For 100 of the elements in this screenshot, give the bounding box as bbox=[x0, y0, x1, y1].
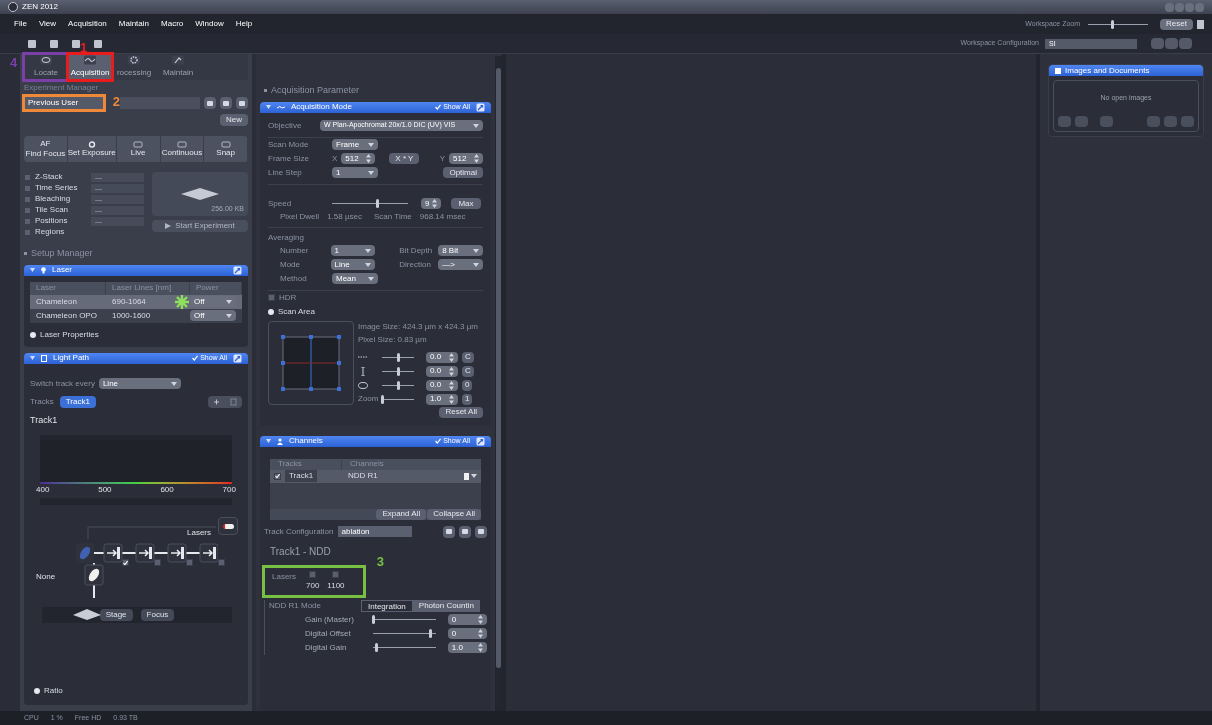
track-configuration-field[interactable]: ablation bbox=[337, 526, 412, 537]
mode-toggle[interactable]: Photon Countin bbox=[412, 600, 480, 612]
pin-icon[interactable] bbox=[476, 436, 485, 446]
checkbox[interactable] bbox=[332, 570, 340, 578]
button[interactable]: 0 bbox=[462, 379, 473, 391]
action-button[interactable]: Continuous bbox=[160, 136, 205, 162]
button[interactable]: Optimal bbox=[443, 167, 483, 178]
dropdown[interactable]: Mean bbox=[332, 273, 378, 284]
dropdown[interactable]: Off bbox=[190, 296, 236, 307]
button[interactable]: Max bbox=[451, 198, 481, 209]
menu-item[interactable]: Acquisition bbox=[62, 18, 113, 30]
pin-icon[interactable] bbox=[233, 353, 242, 363]
field-label: Switch track every bbox=[30, 377, 95, 390]
button[interactable]: C bbox=[462, 351, 474, 363]
slider-thumb[interactable] bbox=[396, 366, 400, 376]
dropdown[interactable]: 8 Bit bbox=[438, 245, 483, 256]
button[interactable]: Reset bbox=[1160, 18, 1193, 30]
action-button[interactable]: Live bbox=[116, 136, 161, 162]
button[interactable]: New bbox=[220, 114, 248, 126]
tab[interactable]: Maintain bbox=[156, 54, 200, 80]
panel-header[interactable]: Images and Documents bbox=[1049, 65, 1203, 76]
number-field[interactable]: 0 bbox=[447, 614, 487, 625]
section-toggle[interactable]: Scan Area bbox=[278, 305, 315, 318]
button[interactable]: Reset All bbox=[439, 406, 483, 418]
slider-thumb[interactable] bbox=[1110, 19, 1114, 29]
color-swatch[interactable] bbox=[464, 472, 469, 480]
checkbox[interactable] bbox=[24, 184, 31, 192]
menu-item[interactable]: Help bbox=[229, 18, 259, 30]
pin-icon[interactable] bbox=[476, 102, 485, 112]
number-field[interactable]: 0.0 bbox=[426, 379, 458, 391]
checkbox[interactable] bbox=[274, 472, 281, 480]
checkbox[interactable] bbox=[24, 173, 31, 181]
collapse-triangle-icon[interactable] bbox=[30, 268, 35, 272]
collapse-triangle-icon[interactable] bbox=[266, 105, 271, 109]
action-button[interactable]: Set Exposure bbox=[67, 136, 117, 162]
stage-button[interactable]: Focus bbox=[140, 609, 175, 621]
slider-thumb[interactable] bbox=[396, 352, 400, 362]
number-field[interactable]: 0.0 bbox=[426, 351, 458, 363]
collapse-triangle-icon[interactable] bbox=[30, 356, 35, 360]
button[interactable]: Collapse All bbox=[427, 508, 481, 520]
dropdown[interactable]: Off bbox=[190, 310, 236, 321]
scrollbar[interactable] bbox=[495, 56, 502, 711]
wrench-icon bbox=[171, 55, 185, 65]
laser-row[interactable]: Chameleon 690-1064 Off bbox=[30, 294, 242, 309]
section-toggle[interactable]: Ratio bbox=[44, 685, 63, 697]
checkbox[interactable] bbox=[309, 570, 317, 578]
checkbox[interactable] bbox=[122, 559, 129, 566]
dropdown[interactable]: Line bbox=[98, 378, 181, 389]
collapse-icon[interactable] bbox=[268, 308, 274, 315]
collapse-triangle-icon[interactable] bbox=[266, 439, 271, 443]
menu-item[interactable]: Maintain bbox=[112, 18, 156, 30]
checkbox[interactable] bbox=[24, 206, 31, 214]
menu-item[interactable]: Macro bbox=[155, 18, 190, 30]
number-field[interactable]: 1.0 bbox=[447, 642, 487, 653]
checkmark-icon bbox=[435, 438, 442, 444]
menu-item[interactable]: Window bbox=[189, 18, 230, 30]
menu-item[interactable]: File bbox=[8, 18, 33, 30]
slider-thumb[interactable] bbox=[380, 394, 384, 404]
button[interactable]: Expand All bbox=[376, 508, 427, 520]
dropdown[interactable]: Frame bbox=[332, 139, 378, 150]
pin-icon[interactable] bbox=[233, 265, 242, 275]
button[interactable]: X * Y bbox=[389, 153, 420, 164]
checkbox[interactable] bbox=[24, 195, 31, 203]
expand-icon[interactable] bbox=[30, 331, 36, 338]
section-toggle[interactable]: Laser Properties bbox=[40, 328, 99, 341]
action-button[interactable]: Snap bbox=[204, 136, 248, 162]
action-button[interactable]: AF Find Focus bbox=[24, 136, 68, 162]
laser-button[interactable] bbox=[218, 517, 238, 535]
menu-item[interactable]: View bbox=[32, 18, 63, 30]
dropdown[interactable]: —> bbox=[438, 259, 483, 270]
checkbox[interactable] bbox=[24, 217, 31, 225]
checkbox[interactable] bbox=[186, 559, 193, 566]
number-field[interactable]: 1.0 bbox=[426, 393, 458, 405]
dropdown[interactable]: Line bbox=[330, 259, 376, 270]
slider-thumb[interactable] bbox=[376, 199, 380, 208]
number-field[interactable]: 9 bbox=[421, 198, 441, 209]
slider-thumb[interactable] bbox=[429, 629, 433, 638]
checkbox[interactable] bbox=[268, 294, 275, 301]
number-field[interactable]: 0.0 bbox=[426, 365, 458, 377]
dropdown[interactable]: 1 bbox=[330, 245, 376, 256]
button[interactable]: 1 bbox=[462, 393, 473, 405]
checkbox[interactable] bbox=[154, 559, 161, 566]
tab[interactable]: rocessing bbox=[112, 54, 156, 80]
slider-thumb[interactable] bbox=[371, 615, 375, 624]
dropdown[interactable]: 1 bbox=[332, 167, 378, 178]
expand-icon[interactable] bbox=[34, 688, 40, 694]
add-remove-buttons[interactable] bbox=[208, 395, 242, 408]
stage-button[interactable]: Stage bbox=[99, 609, 133, 621]
button[interactable]: C bbox=[462, 365, 474, 377]
checkbox[interactable] bbox=[24, 228, 31, 236]
track-button[interactable]: Track1 bbox=[59, 395, 96, 408]
slider-thumb[interactable] bbox=[375, 643, 378, 652]
checkbox[interactable] bbox=[218, 559, 225, 566]
number-field[interactable]: 512 bbox=[341, 153, 376, 164]
slider-thumb[interactable] bbox=[396, 380, 400, 390]
number-field[interactable]: 512 bbox=[449, 153, 483, 164]
mode-toggle[interactable]: Integration bbox=[361, 600, 413, 612]
field-label: Mode bbox=[279, 258, 301, 271]
number-field[interactable]: 0 bbox=[447, 628, 487, 639]
panel-header[interactable]: Laser bbox=[24, 264, 248, 276]
